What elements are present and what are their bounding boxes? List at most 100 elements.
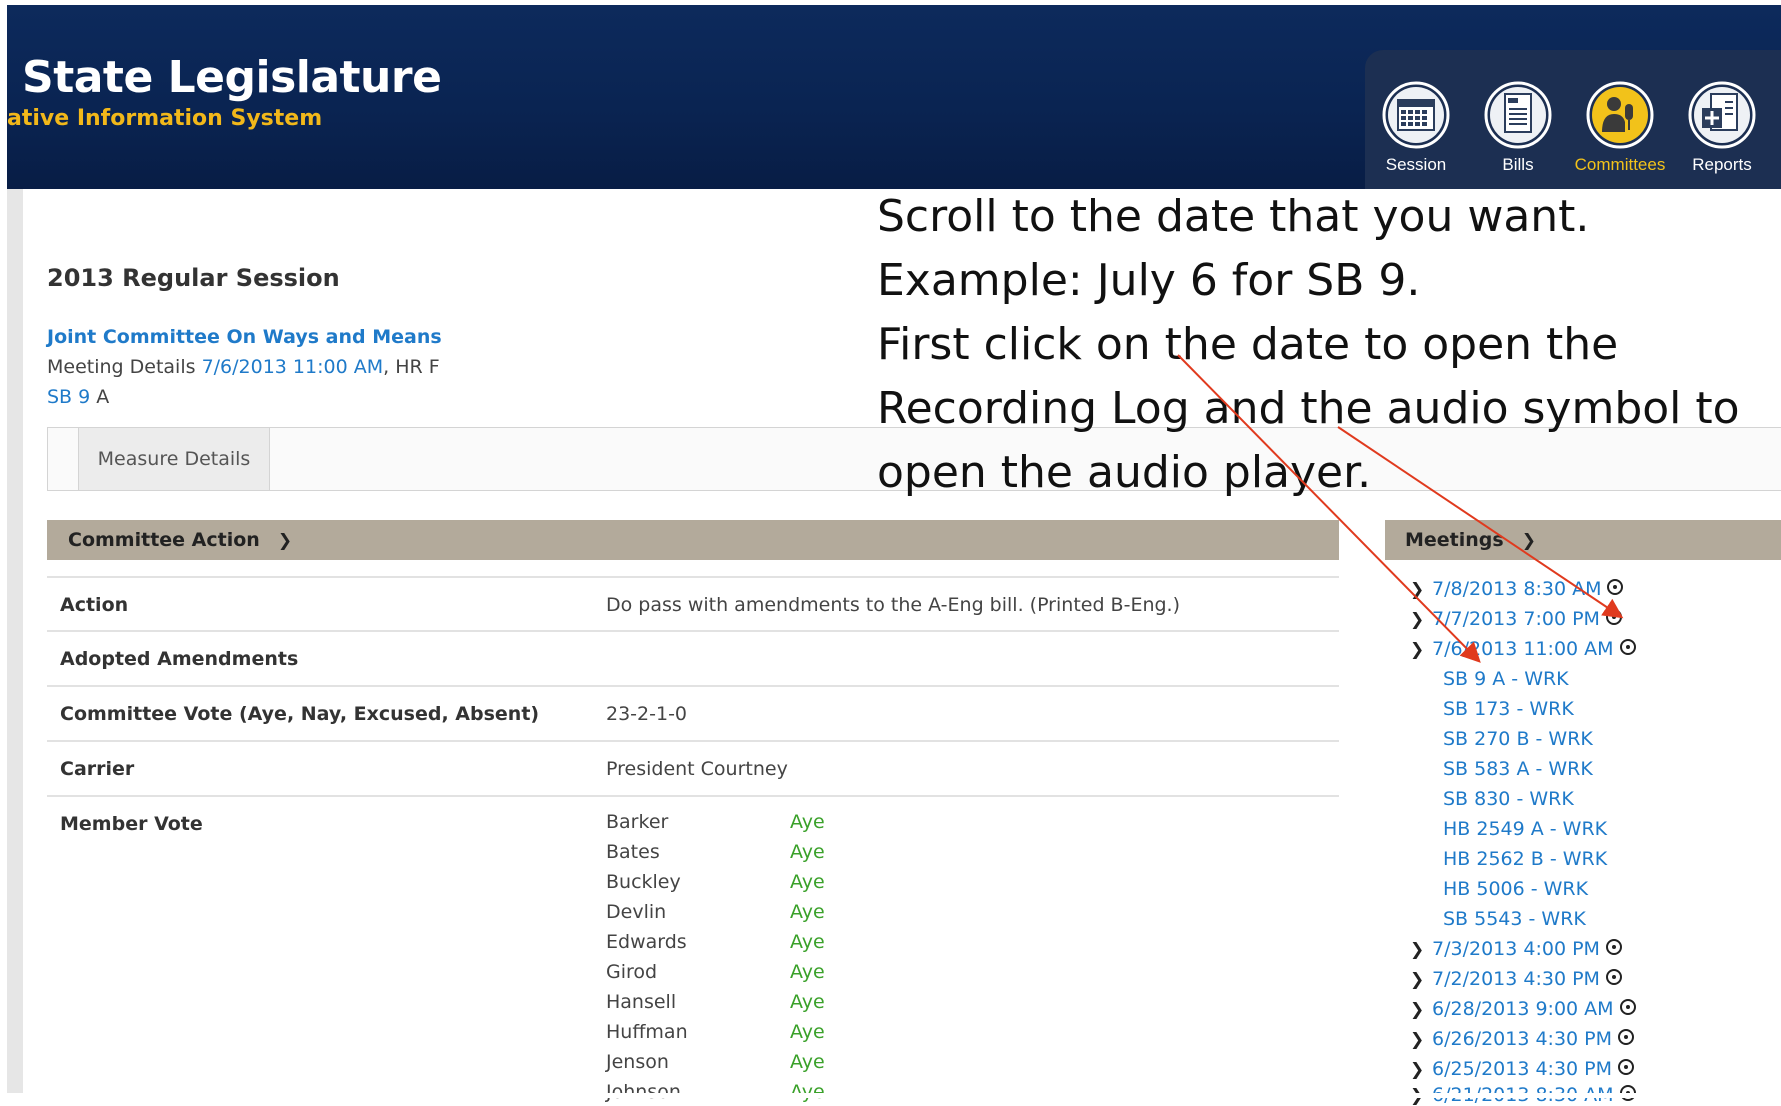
meeting-bill-link[interactable]: SB 270 B - WRK [1443, 728, 1593, 750]
vote-value: Aye [790, 1051, 825, 1073]
meeting-details: Meeting Details 7/6/2013 11:00 AM, HR F [47, 356, 440, 378]
chevron-right-icon[interactable]: ❯ [1410, 970, 1432, 990]
audio-icon[interactable] [1605, 608, 1622, 625]
measure-line: SB 9 A [47, 386, 109, 408]
action-row: Action Do pass with amendments to the A-… [47, 576, 1339, 630]
meeting-bill-link[interactable]: SB 173 - WRK [1443, 698, 1574, 720]
audio-icon[interactable] [1605, 968, 1622, 985]
meeting-date-link[interactable]: 7/7/2013 7:00 PM [1432, 608, 1600, 630]
amendments-row: Adopted Amendments [47, 630, 1339, 684]
nav-reports-label: Reports [1692, 155, 1752, 174]
annotation-line: Recording Log and the audio symbol to [877, 383, 1740, 434]
nav-session-label: Session [1385, 155, 1447, 174]
site-header: State Legislature ative Information Syst… [7, 5, 1781, 189]
row-label: Adopted Amendments [60, 648, 299, 670]
vote-value: Aye [790, 901, 825, 923]
meeting-date-link[interactable]: 6/28/2013 9:00 AM [1432, 998, 1614, 1020]
nav-bills[interactable]: Bills [1470, 80, 1566, 175]
vote-value: Aye [790, 931, 825, 953]
session-title: 2013 Regular Session [47, 264, 340, 292]
meeting-bill-link[interactable]: HB 2549 A - WRK [1443, 818, 1607, 840]
carrier-row: Carrier President Courtney [47, 740, 1339, 794]
row-value: Do pass with amendments to the A-Eng bil… [606, 594, 1181, 616]
bottom-edge [0, 1093, 1781, 1098]
meeting-bill-link[interactable]: SB 5543 - WRK [1443, 908, 1586, 930]
vote-member-name: Devlin [606, 901, 667, 923]
vote-value: Aye [790, 961, 825, 983]
meeting-date-link[interactable]: 6/25/2013 4:30 PM [1432, 1058, 1612, 1080]
audio-icon[interactable] [1619, 998, 1636, 1015]
vote-member-name: Johnson [606, 1081, 681, 1103]
vote-value: Aye [790, 991, 825, 1013]
meeting-item[interactable]: ❯ 7/2/2013 4:30 PM [1410, 968, 1622, 990]
tab-measure-details[interactable]: Measure Details [78, 428, 270, 490]
meeting-item[interactable]: ❯ 6/25/2013 4:30 PM [1410, 1058, 1635, 1080]
member-vote-row: Member Vote [47, 795, 1339, 1097]
vote-member-name: Buckley [606, 871, 681, 893]
committee-link[interactable]: Joint Committee On Ways and Means [47, 326, 442, 348]
chevron-right-icon[interactable]: ❯ [1410, 1060, 1432, 1080]
annotation-line: open the audio player. [877, 447, 1372, 498]
chevron-right-icon[interactable]: ❯ [1410, 610, 1432, 630]
site-title: State Legislature [22, 52, 442, 103]
document-icon [1484, 81, 1552, 149]
nav-committees[interactable]: Committees [1572, 80, 1668, 175]
meeting-bill-link[interactable]: HB 2562 B - WRK [1443, 848, 1607, 870]
chevron-right-icon[interactable]: ❯ [1410, 640, 1432, 660]
meetings-header[interactable]: Meetings ❯ [1385, 520, 1781, 560]
meeting-date-link[interactable]: 6/26/2013 4:30 PM [1432, 1028, 1612, 1050]
nav-bills-label: Bills [1502, 155, 1534, 174]
meeting-date-link[interactable]: 7/3/2013 4:00 PM [1432, 938, 1600, 960]
vote-member-name: Huffman [606, 1021, 688, 1043]
meeting-bill-link[interactable]: SB 830 - WRK [1443, 788, 1574, 810]
meeting-item[interactable]: ❯ 7/6/2013 11:00 AM [1410, 638, 1636, 660]
audio-icon[interactable] [1618, 1028, 1635, 1045]
meeting-bill-link[interactable]: SB 9 A - WRK [1443, 668, 1569, 690]
meeting-bill-link[interactable]: HB 5006 - WRK [1443, 878, 1588, 900]
meeting-room: , HR F [383, 356, 440, 378]
chevron-right-icon[interactable]: ❯ [1410, 1030, 1432, 1050]
committee-icon [1586, 81, 1654, 149]
audio-icon[interactable] [1605, 938, 1622, 955]
nav-session[interactable]: Session [1368, 80, 1464, 175]
meeting-date-link[interactable]: 7/2/2013 4:30 PM [1432, 968, 1600, 990]
chevron-right-icon[interactable]: ❯ [1410, 580, 1432, 600]
meeting-date-link[interactable]: 7/8/2013 8:30 AM [1432, 578, 1601, 600]
audio-icon[interactable] [1607, 578, 1624, 595]
annotation-line: Scroll to the date that you want. [877, 191, 1590, 242]
row-label: Action [60, 594, 129, 616]
meeting-item[interactable]: ❯ 7/3/2013 4:00 PM [1410, 938, 1622, 960]
nav-committees-label: Committees [1574, 155, 1666, 174]
meeting-item[interactable]: ❯ 6/26/2013 4:30 PM [1410, 1028, 1635, 1050]
chevron-right-icon[interactable]: ❯ [1410, 940, 1432, 960]
audio-icon[interactable] [1618, 1058, 1635, 1075]
vote-value: Aye [790, 871, 825, 893]
nav-reports[interactable]: Reports [1674, 80, 1770, 175]
left-scroll-rail [7, 189, 23, 1098]
meetings-title: Meetings [1405, 529, 1504, 551]
committee-action-header[interactable]: Committee Action ❯ [47, 520, 1339, 560]
audio-icon[interactable] [1619, 638, 1636, 655]
vote-member-name: Jenson [606, 1051, 669, 1073]
vote-member-name: Barker [606, 811, 669, 833]
vote-member-name: Bates [606, 841, 660, 863]
row-value: 23-2-1-0 [606, 703, 688, 725]
meeting-item[interactable]: ❯ 7/8/2013 8:30 AM [1410, 578, 1624, 600]
committee-action-title: Committee Action [68, 529, 260, 551]
measure-bill-link[interactable]: SB 9 [47, 386, 90, 408]
chevron-down-icon: ❯ [277, 531, 293, 551]
committee-vote-row: Committee Vote (Aye, Nay, Excused, Absen… [47, 685, 1339, 739]
measure-version: A [90, 386, 110, 408]
row-label: Carrier [60, 758, 135, 780]
annotation-line: Example: July 6 for SB 9. [877, 255, 1421, 306]
vote-value: Aye [790, 1021, 825, 1043]
row-label: Member Vote [60, 813, 203, 835]
meeting-date-link[interactable]: 7/6/2013 11:00 AM [1432, 638, 1614, 660]
meeting-item[interactable]: ❯ 7/7/2013 7:00 PM [1410, 608, 1622, 630]
meeting-bill-link[interactable]: SB 583 A - WRK [1443, 758, 1593, 780]
meeting-item[interactable]: ❯ 6/28/2013 9:00 AM [1410, 998, 1636, 1020]
instruction-annotation: Scroll to the date that you want. Exampl… [877, 185, 1740, 505]
meeting-date-link[interactable]: 7/6/2013 11:00 AM [202, 356, 384, 378]
row-label: Committee Vote (Aye, Nay, Excused, Absen… [60, 703, 540, 725]
chevron-right-icon[interactable]: ❯ [1410, 1000, 1432, 1020]
